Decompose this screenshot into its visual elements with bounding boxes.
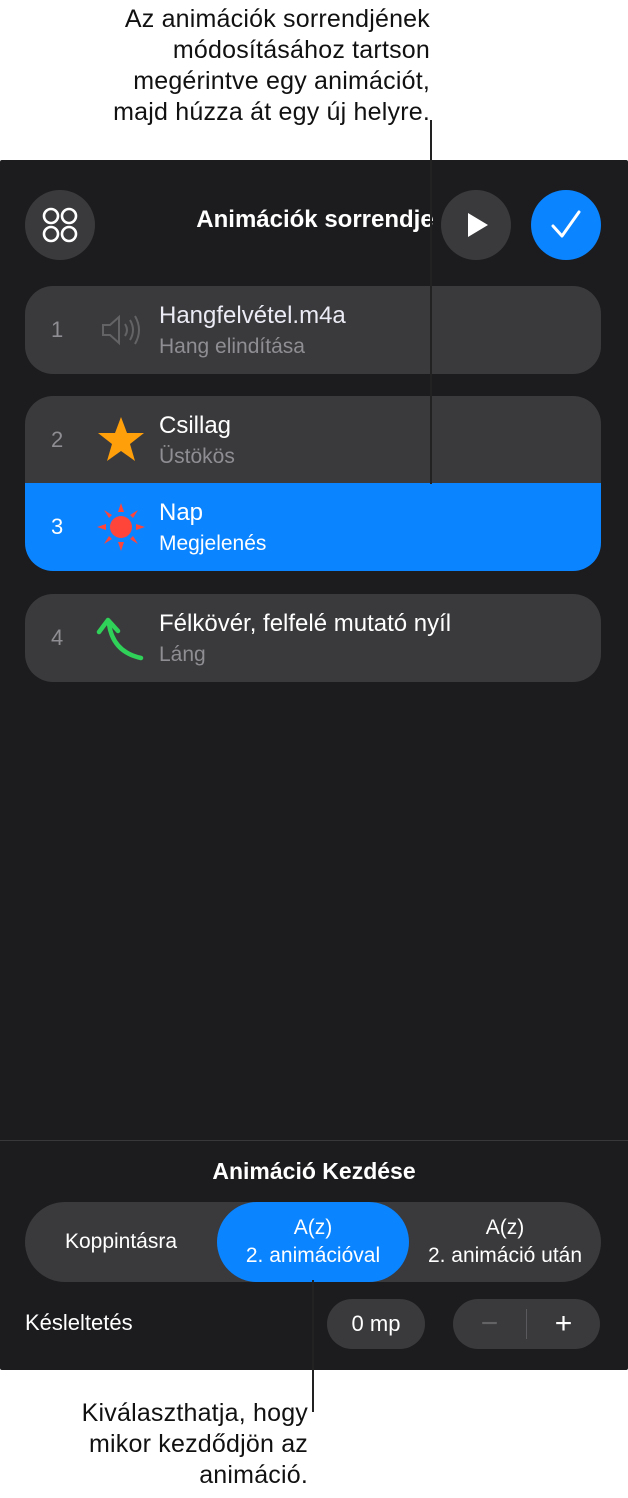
animation-number: 2: [51, 427, 64, 452]
animation-row-selected[interactable]: 3 Nap Megjelenés: [25, 483, 601, 571]
delay-label: Késleltetés: [25, 1310, 133, 1335]
increment-button[interactable]: +: [527, 1299, 600, 1349]
play-button[interactable]: [441, 190, 511, 260]
animation-row[interactable]: 4 Félkövér, felfelé mutató nyíl Láng: [25, 594, 601, 682]
bottom-callout-line: mikor kezdődjön az: [89, 1430, 308, 1458]
top-callout-line: módosításához tartson: [172, 36, 430, 64]
shapes-button[interactable]: [25, 190, 95, 260]
animation-title: Hangfelvétel.m4a: [159, 302, 346, 329]
animation-row[interactable]: 2 Csillag Üstökös: [25, 396, 601, 484]
animation-subtitle: Megjelenés: [159, 532, 267, 555]
minus-icon: −: [480, 1307, 499, 1340]
star-icon: [98, 417, 144, 461]
animation-title: Nap: [159, 499, 204, 526]
delay-value: 0 mp: [351, 1311, 401, 1336]
delay-value-field[interactable]: 0 mp: [327, 1299, 425, 1349]
curved-arrow-icon: [96, 617, 144, 661]
top-callout: Az animációk sorrendjének módosításához …: [10, 4, 430, 128]
decrement-button[interactable]: −: [453, 1299, 526, 1349]
bottom-callout: Kiválaszthatja, hogy mikor kezdődjön az …: [8, 1398, 308, 1491]
start-option-with-previous[interactable]: A(z) 2. animációval: [217, 1202, 409, 1282]
option-label: A(z): [293, 1216, 333, 1239]
animation-number: 3: [51, 514, 64, 539]
start-option-on-tap[interactable]: Koppintásra: [25, 1202, 217, 1282]
section-divider: [0, 1140, 628, 1141]
animation-subtitle: Hang elindítása: [159, 335, 305, 358]
bottom-callout-line: Kiválaszthatja, hogy: [81, 1399, 308, 1427]
option-label: A(z): [485, 1216, 525, 1239]
top-callout-leader: [430, 120, 432, 484]
option-sublabel: 2. animáció után: [427, 1244, 583, 1267]
checkmark-icon: [551, 210, 581, 238]
top-callout-line: majd húzza át egy új helyre.: [113, 98, 430, 126]
animation-number: 4: [51, 625, 64, 650]
speaker-icon: [102, 314, 140, 346]
animation-row[interactable]: 1 Hangfelvétel.m4a Hang elindítása: [25, 286, 601, 374]
start-section-title: Animáció Kezdése: [212, 1158, 416, 1184]
bottom-callout-leader: [312, 1280, 314, 1412]
shapes-grid-icon: [42, 207, 78, 243]
plus-icon: +: [554, 1307, 573, 1340]
animation-subtitle: Láng: [159, 643, 206, 666]
sun-icon: [97, 503, 145, 551]
option-sublabel: 2. animációval: [245, 1244, 381, 1267]
start-segmented-control: Koppintásra A(z) 2. animációval A(z) 2. …: [25, 1202, 601, 1282]
animation-number: 1: [51, 317, 64, 342]
animation-title: Csillag: [159, 412, 232, 439]
animation-title: Félkövér, felfelé mutató nyíl: [159, 610, 452, 637]
bottom-callout-line: animáció.: [199, 1461, 308, 1489]
start-option-after-previous[interactable]: A(z) 2. animáció után: [409, 1202, 601, 1282]
top-callout-line: Az animációk sorrendjének: [124, 5, 430, 33]
done-button[interactable]: [531, 190, 601, 260]
animation-subtitle: Üstökös: [159, 445, 235, 468]
play-icon: [468, 213, 488, 237]
top-callout-line: megérintve egy animációt,: [133, 67, 430, 95]
delay-stepper: − +: [453, 1299, 600, 1349]
option-label: Koppintásra: [64, 1230, 178, 1253]
